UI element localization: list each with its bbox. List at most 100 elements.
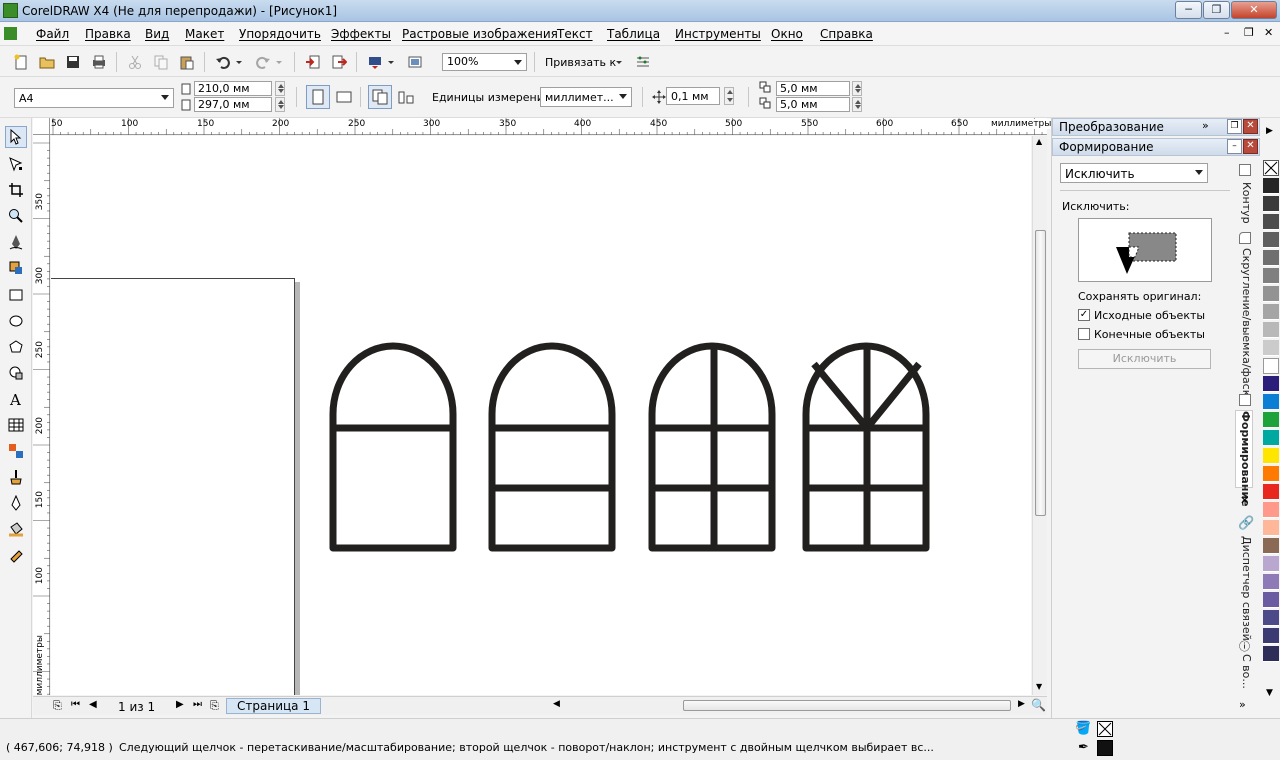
menu-table[interactable]: Таблица [607, 27, 660, 41]
interactive-fill-tool-icon[interactable] [5, 544, 27, 566]
horizontal-scroll-thumb[interactable] [683, 700, 1011, 711]
palette-scroll-up-icon[interactable]: ▶ [1266, 126, 1273, 136]
scroll-right-icon[interactable]: ▶ [1018, 699, 1025, 709]
doc-minimize-icon[interactable]: – [1224, 26, 1230, 39]
coreldraw-app-icon[interactable] [3, 3, 18, 18]
menu-edit[interactable]: Правка [85, 27, 131, 41]
page-size-select[interactable]: A4 [14, 88, 174, 108]
document-icon[interactable] [4, 27, 17, 40]
export-icon[interactable] [330, 53, 348, 71]
shaping-close-icon[interactable]: ✕ [1243, 139, 1258, 154]
duplicate-y-field[interactable]: 5,0 мм [776, 97, 850, 112]
restore-button[interactable]: ❐ [1203, 1, 1230, 19]
text-tool-icon[interactable]: A [5, 388, 27, 410]
landscape-orientation-button[interactable] [334, 88, 354, 106]
palette-swatch[interactable] [1263, 340, 1279, 356]
palette-swatch[interactable] [1263, 286, 1279, 302]
tabs-close-icon[interactable]: ✕ [1240, 494, 1249, 507]
menu-layout[interactable]: Макет [185, 27, 224, 41]
outline-color-swatch[interactable] [1097, 740, 1113, 756]
palette-swatch[interactable] [1263, 610, 1279, 626]
options-icon[interactable] [634, 53, 652, 71]
palette-swatch[interactable] [1263, 232, 1279, 248]
current-page-layout-button[interactable] [396, 88, 416, 106]
rectangle-tool-icon[interactable] [5, 284, 27, 306]
palette-swatch[interactable] [1263, 268, 1279, 284]
shape-tool-icon[interactable] [5, 153, 27, 175]
expand-docker-icon[interactable]: » [1202, 119, 1209, 132]
nudge-distance-field[interactable]: 0,1 мм [666, 87, 720, 105]
no-fill-swatch[interactable] [1263, 160, 1279, 176]
duplicate-x-field[interactable]: 5,0 мм [776, 81, 850, 96]
palette-scroll-down-icon[interactable]: ▼ [1266, 688, 1273, 698]
add-page-before-icon[interactable]: ⎘ [53, 699, 62, 713]
palette-swatch[interactable] [1263, 250, 1279, 266]
freehand-tool-icon[interactable] [5, 231, 27, 253]
scroll-down-icon[interactable]: ▼ [1036, 682, 1042, 691]
palette-swatch[interactable] [1263, 358, 1279, 374]
menu-view[interactable]: Вид [145, 27, 169, 41]
palette-swatch[interactable] [1263, 592, 1279, 608]
palette-swatch[interactable] [1263, 484, 1279, 500]
page-height-spinner[interactable] [275, 97, 285, 112]
menu-help[interactable]: Справка [820, 27, 873, 41]
page-width-field[interactable]: 210,0 мм [194, 81, 272, 96]
menu-bitmaps[interactable]: Растровые изображения [402, 27, 558, 41]
scroll-left-icon[interactable]: ◀ [553, 699, 560, 709]
docker-float-icon[interactable]: ❐ [1227, 119, 1242, 134]
target-objects-checkbox[interactable] [1078, 328, 1090, 340]
minimize-button[interactable]: ─ [1175, 1, 1202, 19]
cut-icon[interactable] [126, 53, 144, 71]
tab-fillet-scallop-chamfer[interactable]: Скругление/выемка/фаска [1235, 248, 1253, 403]
palette-swatch[interactable] [1263, 448, 1279, 464]
welcome-screen-icon[interactable] [406, 53, 424, 71]
menu-text[interactable]: Текст [557, 27, 593, 41]
print-icon[interactable] [90, 53, 108, 71]
undo-icon[interactable] [214, 53, 232, 71]
arched-windows-drawing[interactable] [51, 136, 1031, 695]
tab-link-manager[interactable]: Диспетчер связей [1235, 536, 1253, 641]
last-page-icon[interactable]: ⏭ [193, 699, 202, 710]
copy-icon[interactable] [152, 53, 170, 71]
crop-tool-icon[interactable] [5, 179, 27, 201]
navigator-icon[interactable]: 🔍 [1031, 698, 1046, 712]
launcher-dropdown-icon[interactable] [386, 53, 396, 71]
undo-dropdown-icon[interactable] [234, 53, 244, 71]
doc-close-icon[interactable]: ✕ [1264, 26, 1273, 39]
polygon-tool-icon[interactable] [5, 336, 27, 358]
shaping-mode-select[interactable]: Исключить [1060, 163, 1208, 183]
palette-swatch[interactable] [1263, 538, 1279, 554]
menu-effects[interactable]: Эффекты [331, 27, 391, 41]
palette-swatch[interactable] [1263, 430, 1279, 446]
portrait-orientation-button[interactable] [306, 85, 330, 109]
horizontal-ruler[interactable]: 50 100 150 200 250 300 350 400 450 500 5… [33, 118, 1052, 135]
duplicate-x-spinner[interactable] [852, 81, 862, 96]
import-icon[interactable] [304, 53, 322, 71]
all-pages-layout-button[interactable] [368, 85, 392, 109]
outline-tool-icon[interactable] [5, 492, 27, 514]
ruler-origin-corner[interactable] [33, 118, 50, 135]
first-page-icon[interactable]: ⏮ [71, 699, 80, 710]
page-tab[interactable]: Страница 1 [226, 698, 321, 714]
exclude-apply-button[interactable]: Исключить [1078, 349, 1211, 369]
palette-swatch[interactable] [1263, 322, 1279, 338]
snap-dropdown-icon[interactable] [614, 53, 624, 71]
menu-file[interactable]: Файл [36, 27, 69, 41]
ellipse-tool-icon[interactable] [5, 310, 27, 332]
vertical-scroll-thumb[interactable] [1035, 230, 1046, 516]
palette-swatch[interactable] [1263, 376, 1279, 392]
units-select[interactable]: миллимет... [540, 87, 632, 107]
docker-minimize-icon[interactable]: – [1227, 139, 1242, 154]
zoom-tool-icon[interactable] [5, 205, 27, 227]
next-page-icon[interactable]: ▶ [176, 699, 184, 710]
table-tool-icon[interactable] [5, 414, 27, 436]
tab-object-properties[interactable]: С во... [1235, 654, 1253, 690]
redo-dropdown-icon[interactable] [274, 53, 284, 71]
palette-swatch[interactable] [1263, 520, 1279, 536]
palette-swatch[interactable] [1263, 394, 1279, 410]
open-icon[interactable] [38, 53, 56, 71]
paste-icon[interactable] [178, 53, 196, 71]
pick-tool-icon[interactable] [5, 126, 27, 148]
new-document-icon[interactable] [12, 53, 30, 71]
doc-restore-icon[interactable]: ❐ [1244, 26, 1254, 39]
